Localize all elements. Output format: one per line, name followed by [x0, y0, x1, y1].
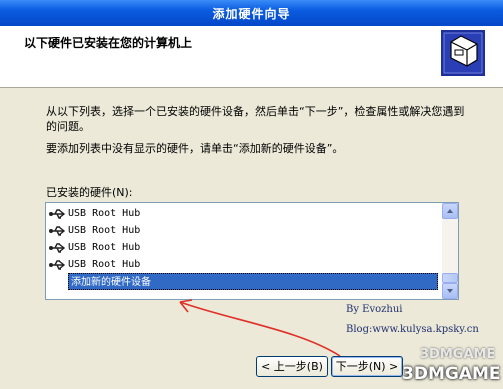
scroll-thumb[interactable]	[442, 273, 458, 283]
list-item[interactable]: USB Root Hub	[48, 239, 440, 256]
add-hint-text: 要添加列表中没有显示的硬件，请单击“添加新的硬件设备”。	[46, 142, 344, 155]
list-item[interactable]: USB Root Hub	[48, 205, 440, 222]
author-credit: By Evozhui	[346, 304, 403, 315]
wizard-header: 以下硬件已安装在您的计算机上	[0, 26, 503, 88]
next-button[interactable]: 下一步(N) >	[331, 356, 403, 377]
chevron-up-icon	[447, 209, 453, 213]
list-item[interactable]: USB Root Hub	[48, 256, 440, 273]
usb-icon	[48, 222, 68, 239]
watermark: 3DMGAME 3DMGAME	[402, 347, 501, 384]
scroll-up-button[interactable]	[442, 203, 458, 219]
installed-hardware-list[interactable]: USB Root Hub USB Root Hub USB Root Hub U…	[45, 202, 459, 300]
list-scrollbar[interactable]	[442, 203, 458, 299]
window-title: 添加硬件向导	[212, 7, 291, 21]
add-new-hardware-item[interactable]: 添加新的硬件设备	[68, 273, 438, 290]
usb-icon	[48, 239, 68, 256]
title-bar: 添加硬件向导	[0, 0, 503, 26]
chevron-down-icon	[447, 289, 453, 293]
back-button[interactable]: < 上一步(B)	[256, 356, 328, 377]
header-title: 以下硬件已安装在您的计算机上	[24, 36, 193, 50]
red-arrow-annotation	[179, 299, 341, 357]
list-item[interactable]: USB Root Hub	[48, 222, 440, 239]
usb-icon	[48, 205, 68, 222]
scroll-down-button[interactable]	[442, 283, 458, 299]
usb-icon	[48, 256, 68, 273]
hardware-wizard-icon	[441, 30, 485, 76]
list-label: 已安装的硬件(N):	[46, 186, 133, 199]
instruction-text: 从以下列表，选择一个已安装的硬件设备，然后单击“下一步”，检查属性或解决您遇到的…	[46, 105, 465, 133]
blog-credit: Blog:www.kulysa.kpsky.cn	[346, 324, 479, 335]
